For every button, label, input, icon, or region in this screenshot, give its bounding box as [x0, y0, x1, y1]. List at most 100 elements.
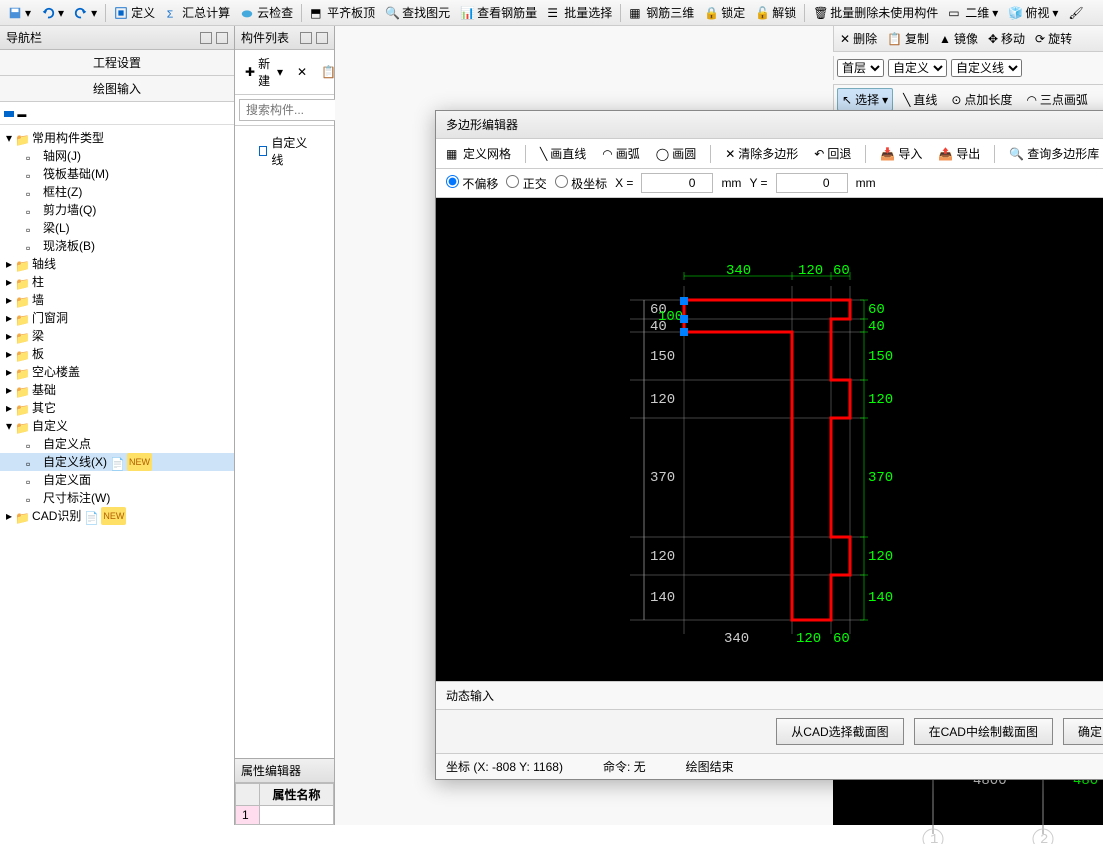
draw-line-button[interactable]: ╲ 画直线 [536, 143, 590, 164]
component-item[interactable]: 自定义线 [239, 130, 330, 172]
status-cmd: 命令: 无 [603, 758, 646, 775]
tb-2d[interactable]: ▭二维▾ [944, 2, 1002, 23]
dialog-statusbar: 坐标 (X: -808 Y: 1168) 命令: 无 绘图结束 [436, 753, 1103, 779]
close-icon[interactable] [216, 32, 228, 44]
custom-select[interactable]: 自定义 [888, 59, 947, 77]
tree-category[interactable]: ▸📁板 [0, 345, 234, 363]
ok-button[interactable]: 确定 [1063, 718, 1103, 745]
tree-category[interactable]: ▸📁轴线 [0, 255, 234, 273]
svg-text:120: 120 [798, 263, 823, 279]
property-table: 属性名称 1 [235, 783, 334, 825]
item-icon: ▫ [26, 473, 40, 487]
tb-rebar3d[interactable]: ▦钢筋三维 [625, 2, 698, 23]
folder-icon: 📁 [15, 383, 29, 397]
define-grid-button[interactable]: ▦定义网格 [442, 143, 515, 164]
component-column: 构件列表 ✚新建▾ ✕ 📋 🔍 自定义线 属性编辑器 属性名称 1 [235, 26, 335, 825]
rtb-move[interactable]: ✥ 移动 [984, 28, 1029, 49]
tb-flat[interactable]: ⬒平齐板顶 [306, 2, 379, 23]
binoculars-icon: 🔍 [385, 6, 399, 20]
query-lib-button[interactable]: 🔍 查询多边形库 [1005, 143, 1103, 164]
rtb-delete[interactable]: ✕ 删除 [836, 28, 881, 49]
rtb-mirror[interactable]: ▲ 镜像 [935, 28, 982, 49]
rtb-copy[interactable]: 📋 复制 [883, 28, 933, 49]
polygon-canvas[interactable]: 340 120 60 60 40 150 120 370 [436, 198, 1103, 681]
tree-category[interactable]: ▸📁空心楼盖 [0, 363, 234, 381]
del-component-button[interactable]: ✕ [293, 63, 311, 81]
rtb-rotate[interactable]: ⟳ 旋转 [1031, 28, 1076, 49]
tree-item[interactable]: ▫框柱(Z) [0, 183, 234, 201]
new-component-button[interactable]: ✚新建▾ [241, 53, 287, 91]
tb-save[interactable]: ▾ [4, 4, 35, 22]
tree-category[interactable]: ▸📁梁 [0, 327, 234, 345]
offset-none[interactable]: 不偏移 [446, 175, 498, 192]
section-project[interactable]: 工程设置 [0, 50, 234, 76]
x-input[interactable] [641, 173, 713, 193]
tb-unlock[interactable]: 🔓解锁 [751, 2, 800, 23]
section-drawinput[interactable]: 绘图输入 [0, 76, 234, 102]
tree-category[interactable]: ▸📁墙 [0, 291, 234, 309]
extend-mode-button[interactable]: ⊙ 点加长度 [947, 89, 1016, 110]
folder-icon: 📁 [15, 293, 29, 307]
offset-polar[interactable]: 极坐标 [555, 175, 607, 192]
undo-button[interactable]: ↶ 回退 [810, 143, 855, 164]
flat-icon: ⬒ [310, 6, 324, 20]
tree-item[interactable]: ▫剪力墙(Q) [0, 201, 234, 219]
offset-ortho[interactable]: 正交 [506, 175, 546, 192]
floor-select[interactable]: 首层 [837, 59, 884, 77]
tree-category[interactable]: ▸📁柱 [0, 273, 234, 291]
prop-cell[interactable] [259, 806, 333, 825]
y-input[interactable] [776, 173, 848, 193]
export-button[interactable]: 📤 导出 [934, 143, 984, 164]
clear-polygon-button[interactable]: ✕ 清除多边形 [721, 143, 802, 164]
define-icon [114, 6, 128, 20]
from-cad-button[interactable]: 从CAD选择截面图 [776, 718, 903, 745]
tree-item[interactable]: ▫自定义线(X) 📄NEW [0, 453, 234, 471]
tb-lock[interactable]: 🔒锁定 [700, 2, 749, 23]
tb-rebar[interactable]: 📊查看钢筋量 [456, 2, 541, 23]
item-icon: ▫ [26, 437, 40, 451]
line-icon [259, 146, 267, 156]
line-mode-button[interactable]: ╲ 直线 [899, 89, 941, 110]
select-mode-button[interactable]: ↖ 选择 ▾ [837, 88, 893, 111]
draw-arc-button[interactable]: ◠ 画弧 [598, 143, 644, 164]
grid-icon: ▦ [446, 147, 460, 161]
tree-item[interactable]: ▫轴网(J) [0, 147, 234, 165]
draw-circle-button[interactable]: ◯ 画圆 [652, 143, 700, 164]
nav-header: 导航栏 [0, 26, 234, 50]
pin-icon[interactable] [200, 32, 212, 44]
tree-category[interactable]: ▸📁门窗洞 [0, 309, 234, 327]
tree-item[interactable]: ▫筏板基础(M) [0, 165, 234, 183]
right-toolbar: ✕ 删除 📋 复制 ▲ 镜像 ✥ 移动 ⟳ 旋转 [833, 26, 1103, 52]
tb-sum[interactable]: Σ汇总计算 [161, 2, 234, 23]
folder-icon: 📁 [15, 419, 29, 433]
tree-custom[interactable]: ▾📁自定义 [0, 417, 234, 435]
tb-redo[interactable]: ▾ [70, 4, 101, 22]
tree-category[interactable]: ▸📁其它 [0, 399, 234, 417]
import-button[interactable]: 📥 导入 [876, 143, 926, 164]
close-icon[interactable] [316, 32, 328, 44]
dynamic-input-bar: 动态输入 [436, 681, 1103, 709]
svg-text:Σ: Σ [167, 8, 174, 20]
tree-category[interactable]: ▸📁基础 [0, 381, 234, 399]
tb-find[interactable]: 🔍查找图元 [381, 2, 454, 23]
tree-item[interactable]: ▫现浇板(B) [0, 237, 234, 255]
tb-cloud[interactable]: 云检查 [236, 2, 297, 23]
tree-cad[interactable]: ▸📁CAD识别 📄NEW [0, 507, 234, 525]
tb-undo[interactable]: ▾ [37, 4, 68, 22]
tree-item[interactable]: ▫尺寸标注(W) [0, 489, 234, 507]
tree-item[interactable]: ▫梁(L) [0, 219, 234, 237]
tb-batchsel[interactable]: ☰批量选择 [543, 2, 616, 23]
tree-item[interactable]: ▫自定义点 [0, 435, 234, 453]
tb-brush[interactable]: 🖌 [1064, 4, 1086, 22]
tb-top[interactable]: 🧊俯视▾ [1004, 2, 1062, 23]
draw-in-cad-button[interactable]: 在CAD中绘制截面图 [914, 718, 1053, 745]
tree-item[interactable]: ▫自定义面 [0, 471, 234, 489]
arc-mode-button[interactable]: ◠ 三点画弧 [1022, 89, 1092, 110]
tree-common[interactable]: ▾📁常用构件类型 [0, 129, 234, 147]
tb-batchdel[interactable]: 🗑批量删除未使用构件 [809, 2, 942, 23]
pin-icon[interactable] [300, 32, 312, 44]
topview-icon: 🧊 [1008, 6, 1022, 20]
custline-select[interactable]: 自定义线 [951, 59, 1022, 77]
tb-define[interactable]: 定义 [110, 2, 159, 23]
main-toolbar: ▾ ▾ ▾ 定义 Σ汇总计算 云检查 ⬒平齐板顶 🔍查找图元 📊查看钢筋量 ☰批… [0, 0, 1103, 26]
